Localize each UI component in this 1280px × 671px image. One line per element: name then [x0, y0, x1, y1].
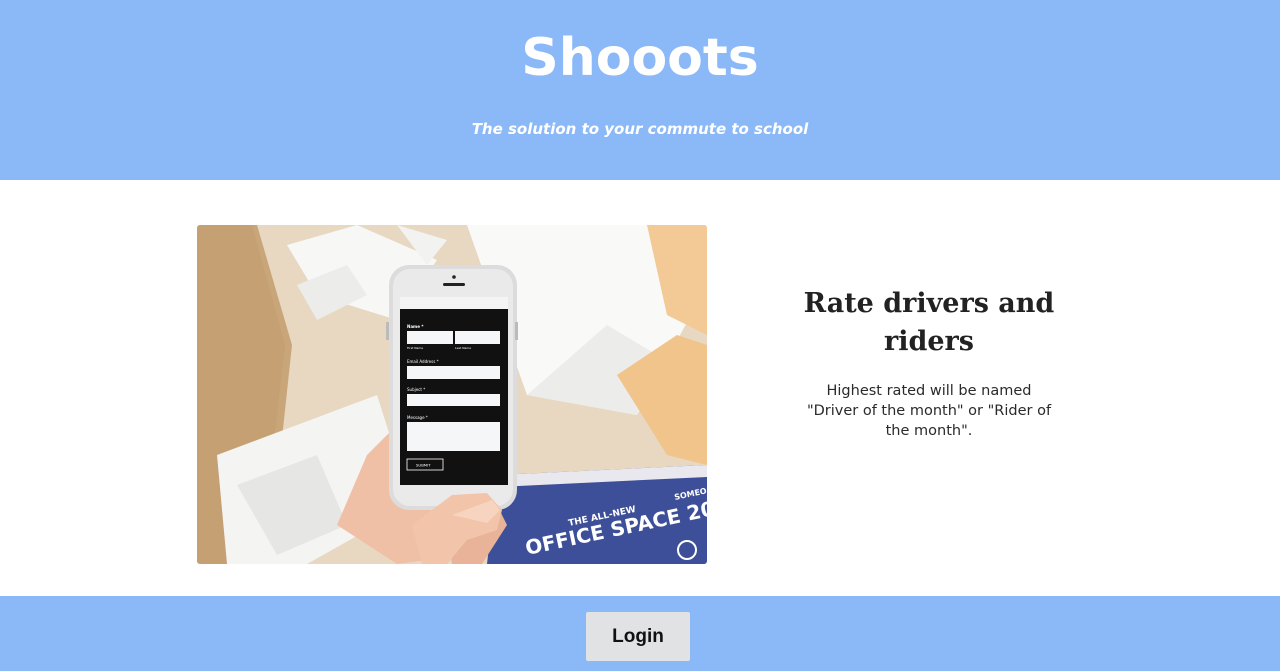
- form-name-label: Name *: [407, 324, 424, 329]
- site-footer: Login: [0, 596, 1280, 671]
- feature-block: Rate drivers and riders Highest rated wi…: [800, 285, 1058, 441]
- login-button[interactable]: Login: [586, 612, 690, 661]
- form-last-name-label: Last Name: [455, 346, 471, 350]
- form-subject-label: Subject *: [407, 387, 425, 392]
- form-message-label: Message *: [407, 415, 428, 420]
- site-header: Shooots The solution to your commute to …: [0, 0, 1280, 180]
- feature-title: Rate drivers and riders: [803, 288, 1055, 357]
- form-first-name-label: First Name: [407, 346, 423, 350]
- feature-description: Highest rated will be named "Driver of t…: [806, 383, 1052, 439]
- hero-photo: THE ALL-NEW OFFICE SPACE 2014 SOMEO Name…: [197, 225, 707, 564]
- tagline: The solution to your commute to school: [471, 120, 809, 138]
- brand-title: Shooots: [521, 28, 759, 88]
- form-submit-label: SUBMIT: [416, 463, 431, 468]
- form-email-label: Email Address *: [407, 359, 439, 364]
- phone-in-hand-illustration: THE ALL-NEW OFFICE SPACE 2014 SOMEO Name…: [197, 225, 707, 564]
